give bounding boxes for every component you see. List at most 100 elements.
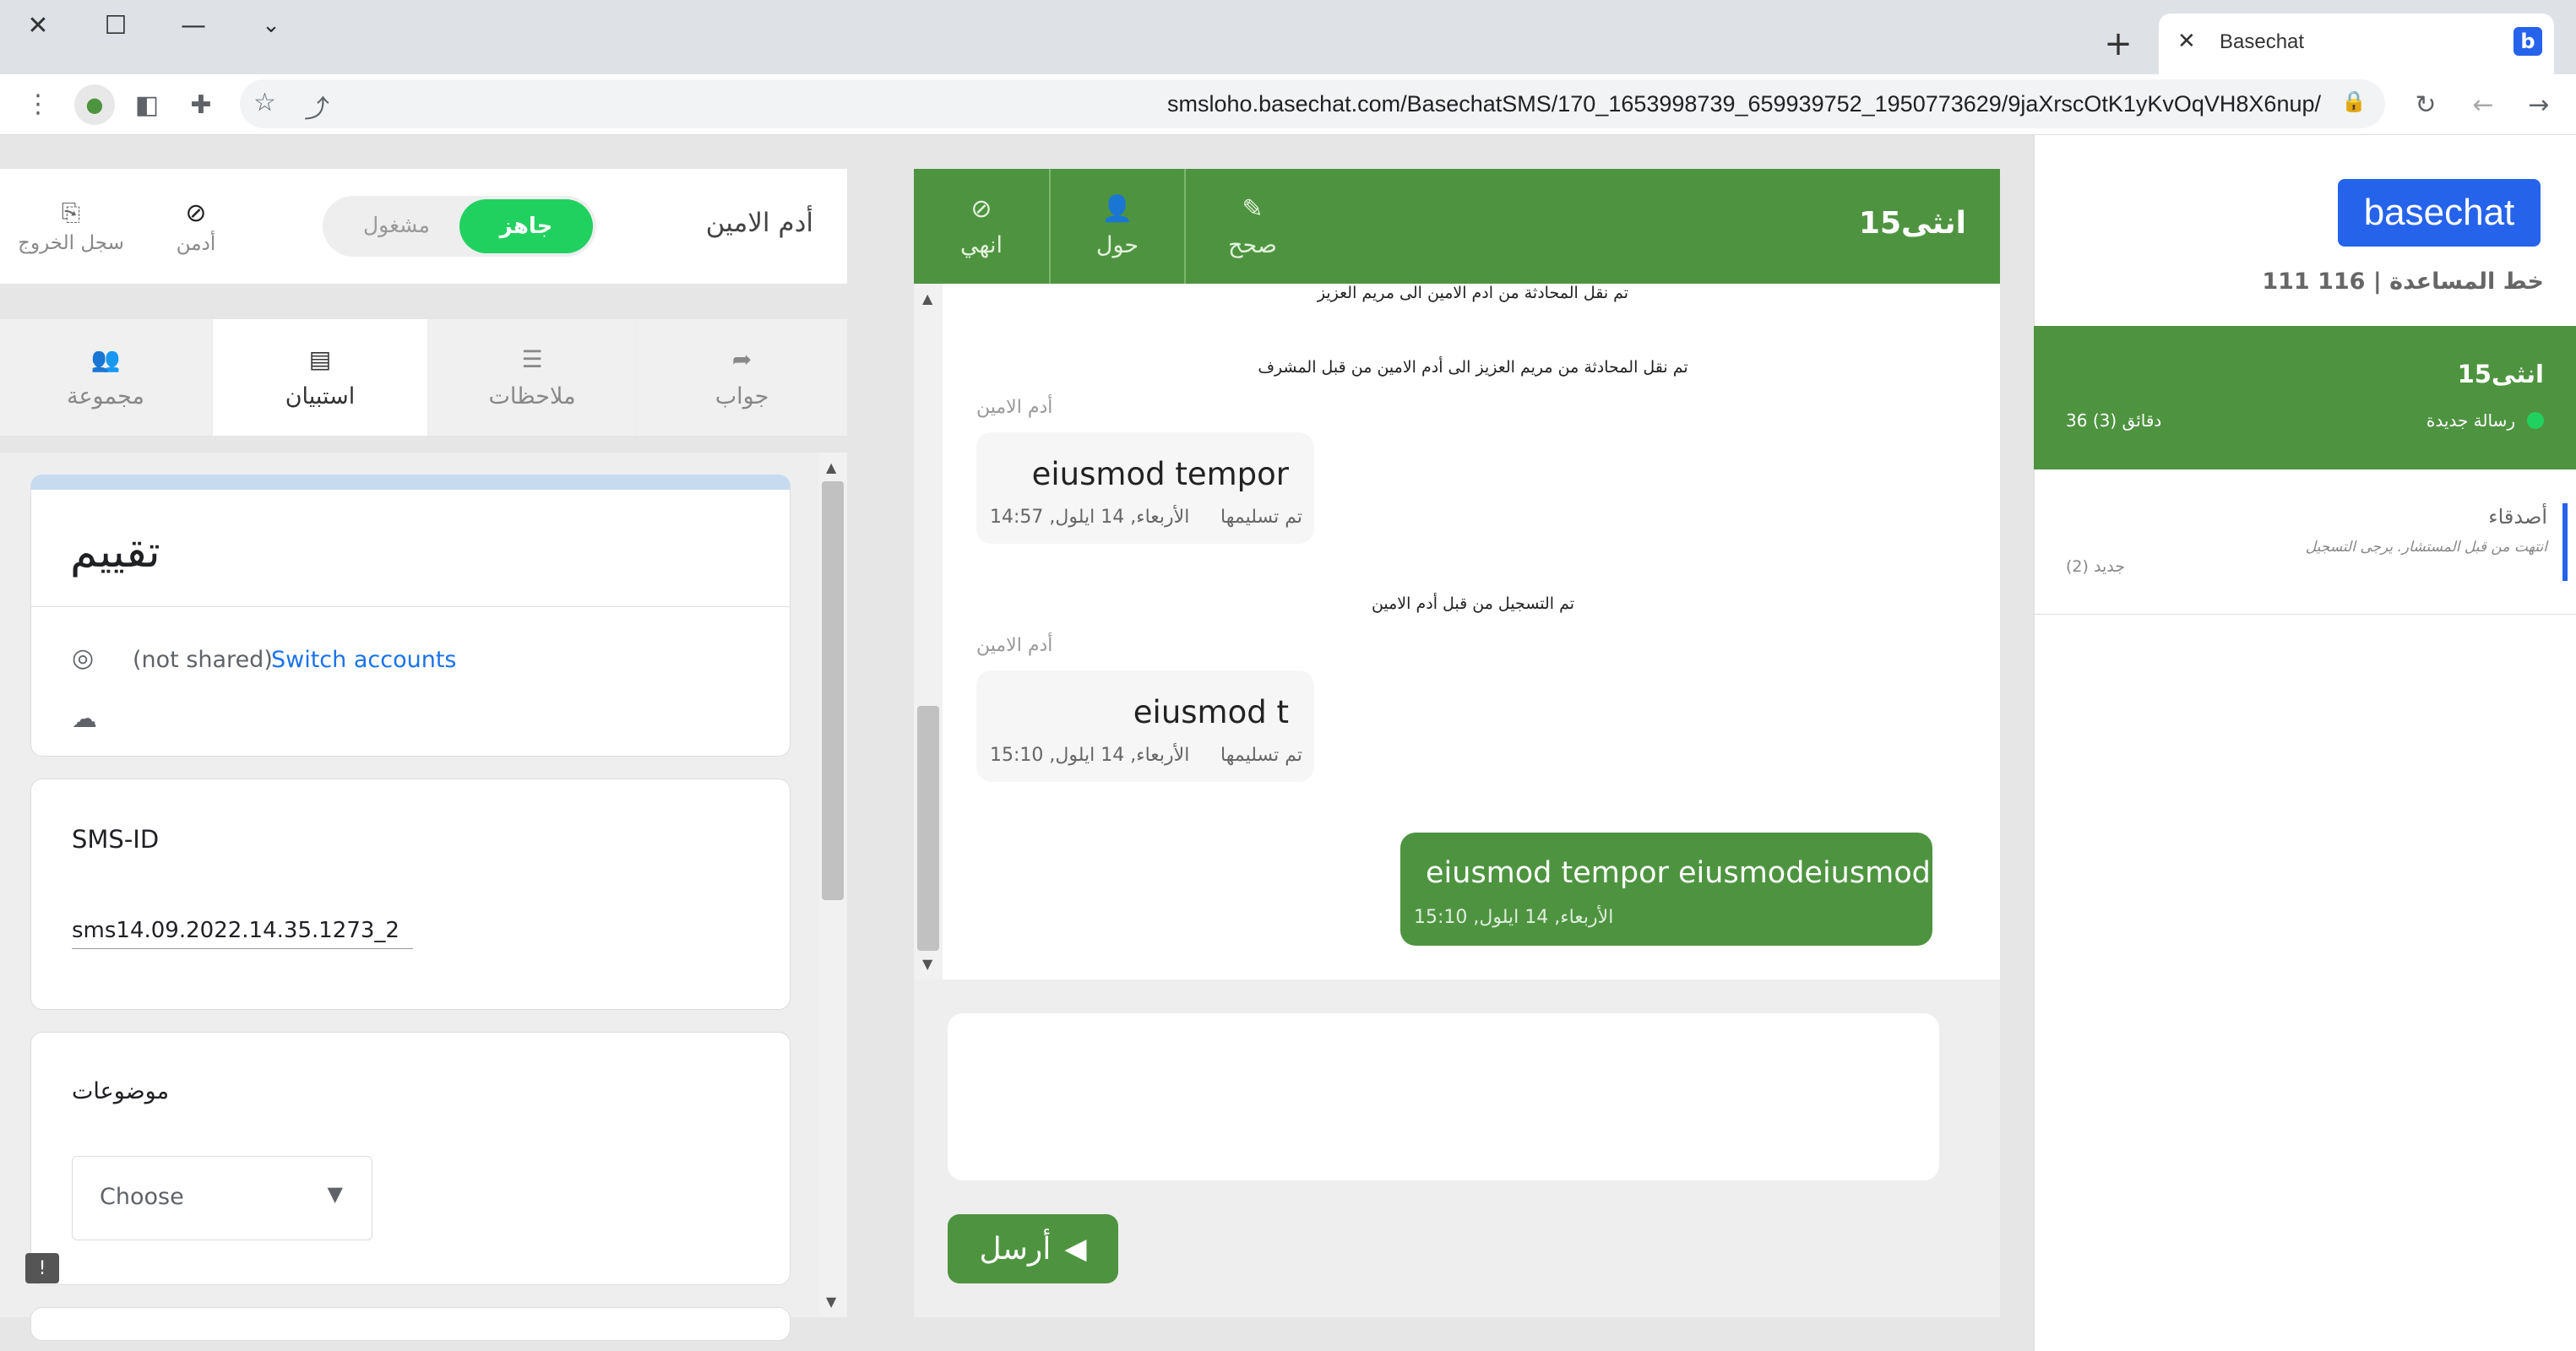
reply-icon: ➦ [731,345,753,373]
conversation-name: انثى15 [2457,360,2544,388]
tab-group[interactable]: 👥 مجموعة [0,319,211,436]
menu-dots-icon[interactable]: ⋮ [17,86,59,122]
scroll-up-icon[interactable]: ▲ [826,459,836,475]
address-bar[interactable]: ☆ ⤴ smsloho.basechat.com/BasechatSMS/170… [240,79,2385,128]
tab-notes-label: ملاحظات [488,383,576,410]
conversation-status: رسالة جديدة [2426,410,2515,431]
lock-icon[interactable]: 🔒 [2341,90,2367,113]
conversation-wait: 36 دقائق (3) [2066,410,2162,431]
share-icon[interactable]: ⤴ [304,88,329,125]
switch-accounts-link[interactable]: Switch accounts [271,647,456,673]
select-placeholder: Choose [100,1184,184,1210]
tab-reply[interactable]: ➦ جواب [637,319,847,436]
unread-indicator [2562,503,2568,581]
maximize-icon[interactable]: ☐ [78,0,154,51]
close-tab-icon[interactable]: ✕ [2177,29,2196,54]
forward-icon[interactable]: → [2519,84,2559,125]
chevron-down-icon[interactable]: ⌄ [233,0,309,51]
message-time: الأربعاء, 14 ايلول, 15:10 [1414,907,1614,928]
message-time: الأربعاء, 14 ايلول, 14:57 [990,507,1190,528]
not-shared-label: (not shared) [133,647,273,673]
topics-label: موضوعات [72,1078,170,1104]
sms-id-field[interactable]: sms14.09.2022.14.35.1273_2 [72,918,413,949]
scroll-up-icon[interactable]: ▲ [922,290,932,307]
scroll-down-icon[interactable]: ▼ [826,1294,836,1310]
tab-group-label: مجموعة [66,383,145,410]
outgoing-message: eiusmod tempor eiusmodeiusmod الأربعاء, … [1400,833,1932,946]
chat-title: انثى15 [1858,206,1966,241]
logout-button[interactable]: ⎘ سجل الخروج [12,194,130,258]
dropdown-arrow-icon: ▼ [327,1182,343,1206]
browser-tab[interactable]: ✕ Basechat b [2159,14,2554,74]
conversation-desc: انتهت من قبل المستشار. يرجى التسجيل [2305,539,2547,556]
topics-select[interactable]: Choose ▼ [72,1156,372,1240]
group-icon: 👥 [90,345,121,373]
end-label: انهي [960,232,1003,258]
status-busy-label[interactable]: مشغول [363,213,430,237]
send-label: أرسل [979,1231,1052,1267]
system-message: تم نقل المحادثة من مريم العزيز الى أدم ا… [1258,358,1688,377]
sidepanel-icon[interactable]: ◧ [127,84,167,125]
scroll-down-icon[interactable]: ▼ [922,956,932,972]
edit-label: صحح [1228,232,1277,258]
tab-reply-label: جواب [715,383,769,410]
message-input[interactable] [948,1013,1939,1180]
delivery-status: تم تسليمها [1220,507,1302,528]
conversation-sidebar [2034,135,2576,1351]
divider [31,606,790,607]
profile-avatar-icon[interactable]: ● [74,84,115,125]
helpline: خط المساعدة | 116 111 [2262,269,2544,295]
chat-scroll-thumb[interactable] [917,706,939,951]
delivery-status: تم تسليمها [1220,745,1302,766]
conversation-count: جديد (2) [2066,557,2125,576]
status-ready-button[interactable]: جاهز [459,199,593,253]
system-message: تم التسجيل من قبل أدم الامين [1371,594,1575,613]
cloud-icon: ☁ [72,704,97,734]
message-text: eiusmod tempor eiusmodeiusmod [1426,856,1931,890]
pencil-icon: ✎ [1242,194,1264,224]
end-button[interactable]: ⊘ انهي [914,169,1049,284]
next-card [30,1307,791,1341]
helpline-label: خط المساعدة | [2372,269,2544,295]
admin-button[interactable]: ⊘ أدمن [167,194,225,258]
message-text: eiusmod t [1133,694,1289,730]
close-window-icon[interactable]: ✕ [0,0,76,51]
minimize-icon[interactable]: — [155,0,231,51]
block-icon: ⊘ [970,194,992,224]
bookmark-star-icon[interactable]: ☆ [253,88,276,117]
tab-title: Basechat [2220,30,2305,53]
tab-survey[interactable]: ▤ استبيان [213,319,427,436]
form-header-card: تقييم ◎ (not shared) Switch accounts ☁ [30,475,791,757]
edit-button[interactable]: ✎ صحح [1184,169,1319,284]
back-icon[interactable]: ← [2463,84,2503,125]
conversation-item[interactable]: أصدقاء انتهت من قبل المستشار. يرجى التسج… [2034,495,2576,615]
transfer-label: حول [1095,232,1139,258]
incoming-message: eiusmod tempor تم تسليمها الأربعاء, 14 ا… [976,432,1314,544]
eye-off-icon: ⊘ [185,198,207,228]
send-button[interactable]: أرسل ◀ [948,1214,1118,1283]
form-title: تقييم [70,527,160,578]
reload-icon[interactable]: ↻ [2405,84,2446,125]
message-time: الأربعاء, 14 ايلول, 15:10 [990,745,1190,766]
url-text[interactable]: smsloho.basechat.com/BasechatSMS/170_165… [1167,91,2321,117]
tab-notes[interactable]: ☰ ملاحظات [429,319,635,436]
admin-label: أدمن [176,232,216,255]
logout-label: سجل الخروج [18,232,124,254]
topics-card: موضوعات Choose ▼ [30,1032,791,1285]
system-message: تم نقل المحادثة من ادم الامين الى مريم ا… [1317,284,1629,302]
chat-scrollbar[interactable] [914,284,943,979]
send-arrow-icon: ◀ [1064,1232,1087,1266]
agent-name: أدم الامين [705,208,813,238]
sender-name: أدم الامين [976,635,1053,656]
notes-icon: ☰ [521,345,543,373]
extensions-icon[interactable]: ✚ [181,84,221,125]
transfer-button[interactable]: 👤 حول [1049,169,1184,284]
tab-survey-label: استبيان [285,383,356,410]
form-scroll-thumb[interactable] [822,481,844,900]
sms-id-label: SMS-ID [72,825,160,854]
logout-icon: ⎘ [61,198,81,226]
feedback-icon[interactable]: ! [25,1253,59,1283]
new-tab-icon[interactable]: + [2091,17,2145,71]
conversation-item-active[interactable]: انثى15 رسالة جديدة 36 دقائق (3) [2034,326,2576,469]
eye-off-icon: ◎ [72,643,95,673]
